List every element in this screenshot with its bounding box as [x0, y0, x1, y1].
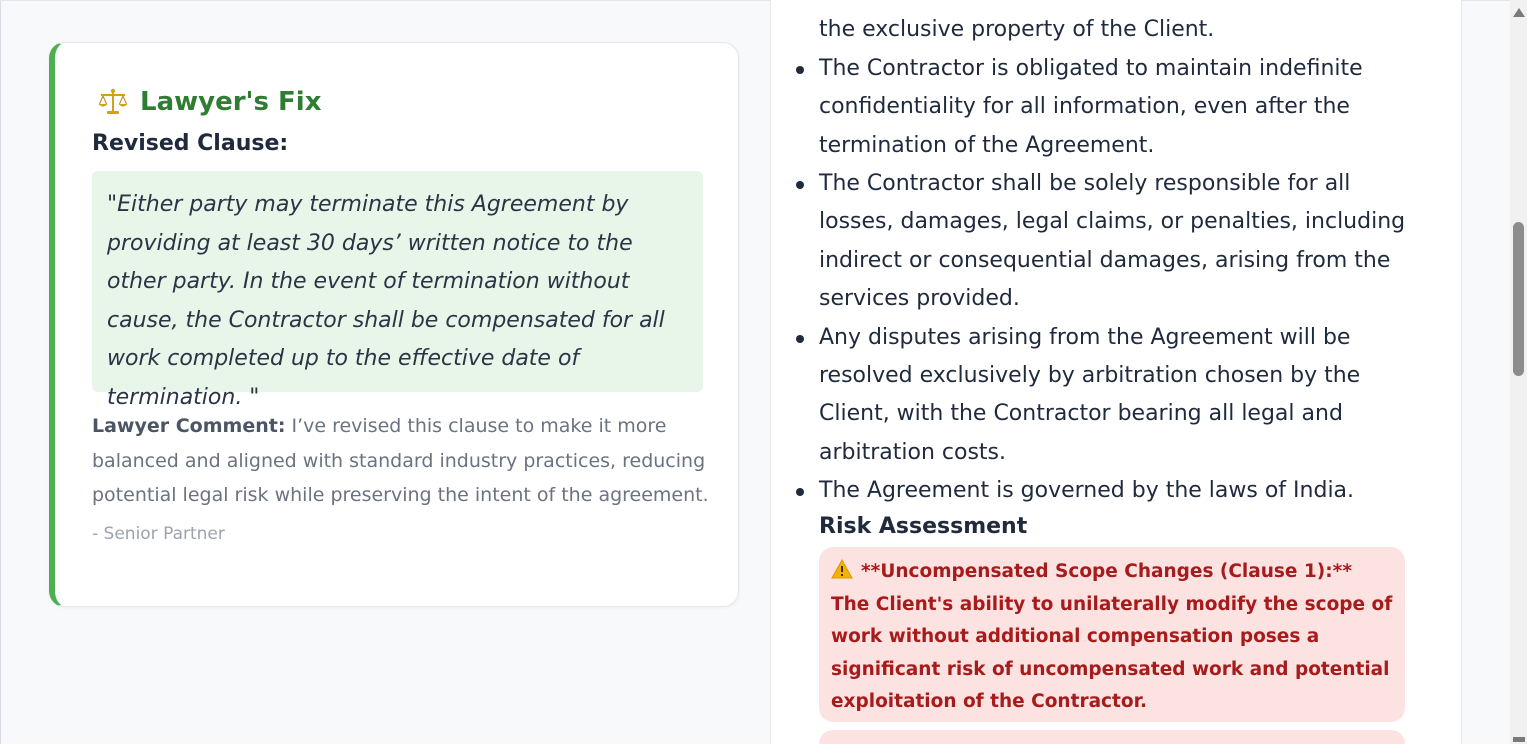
warning-icon: [831, 559, 853, 579]
risk-item-text: **Uncompensated Scope Changes (Clause 1)…: [831, 561, 1393, 713]
risk-item: [819, 730, 1405, 744]
list-item: The Contractor is obligated to maintain …: [796, 50, 1419, 165]
contract-analysis-panel: the exclusive property of the Client. Th…: [770, 0, 1462, 744]
lawyer-comment-label: Lawyer Comment:: [92, 415, 286, 437]
lawyers-fix-card: Lawyer's Fix Revised Clause: "Either par…: [49, 42, 739, 607]
lawyer-comment: Lawyer Comment: I’ve revised this clause…: [92, 409, 712, 513]
list-item: The Contractor shall be solely responsib…: [796, 165, 1419, 319]
scrollbar-thumb[interactable]: [1513, 222, 1524, 376]
vertical-scrollbar[interactable]: [1510, 0, 1527, 744]
risk-assessment-heading: Risk Assessment: [819, 514, 1028, 539]
list-item: Any disputes arising from the Agreement …: [796, 319, 1419, 473]
revised-clause-text: "Either party may terminate this Agreeme…: [92, 171, 703, 410]
fix-card-header: Lawyer's Fix: [98, 87, 321, 117]
fix-card-title: Lawyer's Fix: [140, 87, 322, 117]
scale-icon: [98, 88, 128, 114]
window-border: [0, 0, 1, 744]
app-viewport: Lawyer's Fix Revised Clause: "Either par…: [0, 0, 1527, 744]
risk-item: **Uncompensated Scope Changes (Clause 1)…: [819, 547, 1405, 722]
scroll-down-arrow-icon[interactable]: [1513, 737, 1525, 742]
list-item-continuation: [819, 0, 1419, 11]
revised-clause-label: Revised Clause:: [92, 131, 289, 156]
comment-signature: - Senior Partner: [92, 524, 225, 544]
contract-terms-list: the exclusive property of the Client. Th…: [771, 0, 1419, 511]
list-item: The Agreement is governed by the laws of…: [796, 472, 1419, 510]
scroll-up-arrow-icon[interactable]: [1513, 8, 1525, 17]
list-item-continuation: the exclusive property of the Client.: [819, 17, 1215, 43]
